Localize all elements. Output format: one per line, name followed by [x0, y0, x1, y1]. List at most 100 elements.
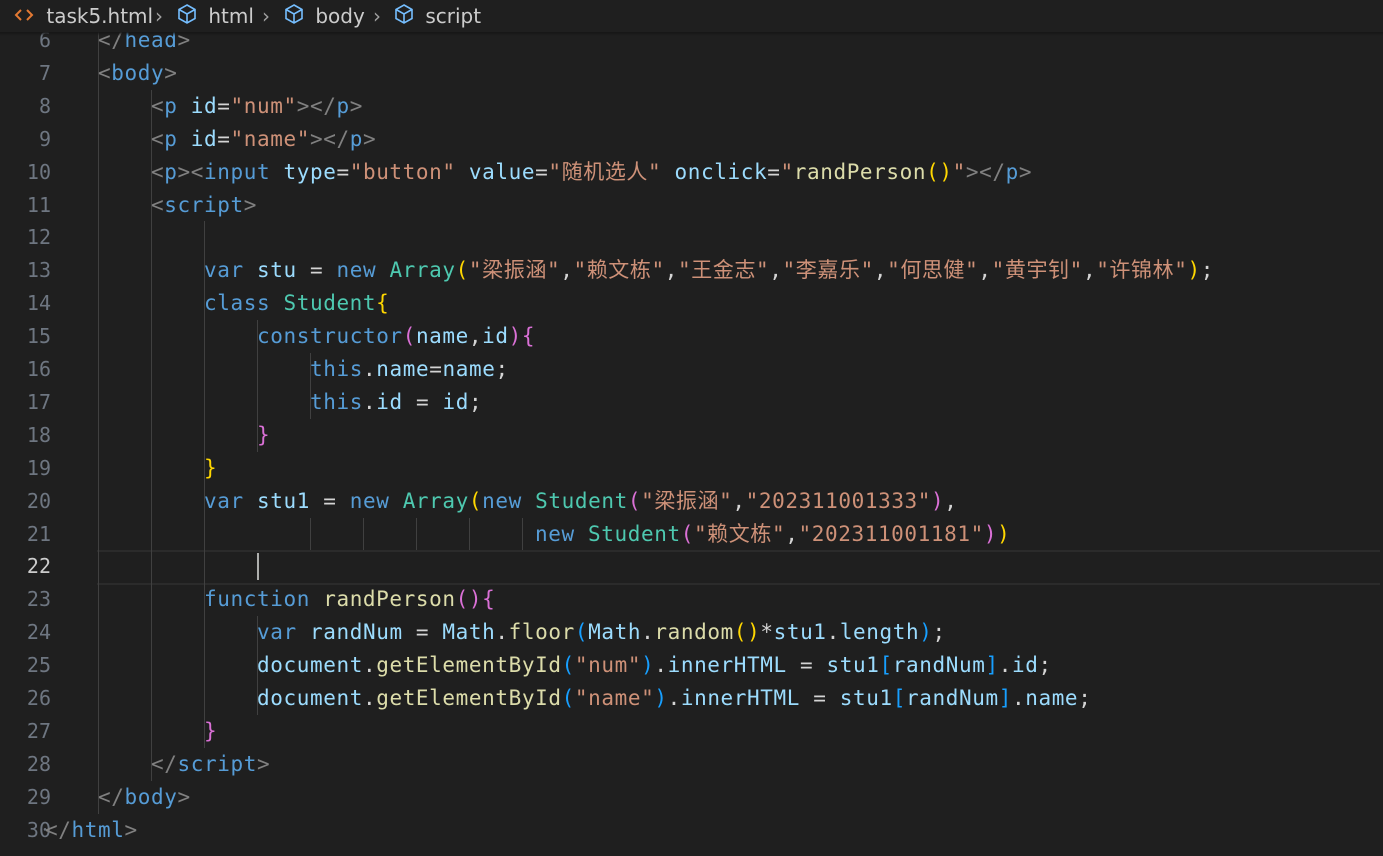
code-token: , [664, 258, 678, 282]
indent-guide [151, 452, 152, 485]
code-line[interactable]: 17 this.id = id; [0, 386, 1383, 419]
code-line[interactable]: 11 <script> [0, 189, 1383, 222]
breadcrumb-shadow [0, 32, 1383, 36]
code-token: () [926, 160, 953, 184]
code-token: Student [535, 489, 628, 513]
code-line[interactable]: 10 <p><input type="button" value="随机选人" o… [0, 156, 1383, 189]
code-token: "name" [574, 686, 655, 710]
element-icon [393, 3, 415, 32]
code-token: var [204, 258, 244, 282]
code-text: } [204, 715, 217, 748]
code-token: , [978, 258, 992, 282]
line-number: 21 [26, 522, 51, 546]
indent-guide [98, 189, 99, 222]
code-line[interactable]: 29 </body> [0, 781, 1383, 814]
code-token: = [429, 357, 443, 381]
code-token: ; [468, 390, 483, 414]
code-line[interactable]: 30 </html> [0, 814, 1383, 847]
code-token: < [151, 193, 165, 217]
code-line[interactable]: 14 class Student{ [0, 287, 1383, 320]
code-line[interactable]: 28 </script> [0, 748, 1383, 781]
breadcrumb-label: script [425, 4, 482, 28]
code-token: Math [588, 620, 642, 644]
code-line[interactable]: 13 var stu = new Array("梁振涵","赖文栋","王金志",… [0, 254, 1383, 287]
indent-guide [151, 682, 152, 715]
breadcrumb-label: body [315, 4, 365, 28]
element-icon [283, 3, 305, 32]
code-line[interactable]: 20 var stu1 = new Array(new Student("梁振涵"… [0, 485, 1383, 518]
code-editor[interactable]: 6 </head> 7 <body> 8 <p id="num"></p> 9 <p id="… [0, 0, 1383, 856]
code-line[interactable]: 22 [0, 550, 1383, 585]
code-token: ) [1187, 258, 1201, 282]
line-number: 12 [26, 225, 51, 249]
code-line[interactable]: 24 var randNum = Math.floor(Math.random()… [0, 616, 1383, 649]
code-line[interactable]: 23 function randPerson(){ [0, 583, 1383, 616]
code-text: class Student{ [204, 287, 389, 320]
breadcrumb-item-script[interactable]: script [393, 2, 481, 30]
code-token: ) [654, 686, 668, 710]
code-line[interactable]: 26 document.getElementById("name").innerH… [0, 682, 1383, 715]
indent-guide [522, 518, 523, 551]
indent-guide [151, 583, 152, 616]
code-area[interactable]: 6 </head> 7 <body> 8 <p id="num"></p> 9 <p id="… [0, 0, 1383, 856]
line-number: 20 [26, 489, 51, 513]
indent-guide [204, 518, 205, 551]
line-number: 27 [26, 719, 51, 743]
code-line[interactable]: 18} [0, 419, 1383, 452]
code-token: stu1 [256, 489, 310, 513]
breadcrumb-item-body[interactable]: body [283, 2, 365, 30]
line-number: 14 [26, 291, 51, 315]
indent-guide [257, 386, 258, 419]
code-token: [ [892, 686, 906, 710]
indent-guide [98, 518, 99, 551]
line-number: 22 [26, 554, 51, 578]
indent-guide [98, 287, 99, 320]
code-line[interactable]: 16 this.name=name; [0, 353, 1383, 386]
code-token: id [190, 127, 218, 151]
indent-guide [98, 254, 99, 287]
code-token: . [826, 620, 840, 644]
indent-guide [151, 649, 152, 682]
code-line[interactable]: 9 <p id="name"></p> [0, 123, 1383, 156]
indent-guide [204, 682, 205, 715]
code-token: > [177, 785, 191, 809]
indent-guide [151, 287, 152, 320]
code-token: script [164, 193, 244, 217]
code-token: "王金志" [678, 258, 770, 282]
code-line[interactable]: 19} [0, 452, 1383, 485]
code-line[interactable]: 12 [0, 221, 1383, 254]
code-line[interactable]: 15 constructor(name,id){ [0, 320, 1383, 353]
code-token: body [111, 61, 165, 85]
indent-guide [98, 485, 99, 518]
code-line[interactable]: 7 <body> [0, 57, 1383, 90]
indent-guide [151, 353, 152, 386]
code-line[interactable]: 21 new Student("赖文栋","202311001181")) [0, 518, 1383, 551]
indent-guide [151, 254, 152, 287]
code-token: "梁振涵" [468, 258, 561, 282]
code-token: length [839, 620, 920, 644]
code-token: randNum [892, 653, 986, 677]
breadcrumb-item-file[interactable]: task5.html [14, 2, 153, 30]
code-token: ( [402, 324, 416, 348]
code-text: <body> [98, 57, 177, 90]
code-token: > [243, 193, 257, 217]
indent-guide [98, 123, 99, 156]
code-text: </body> [98, 781, 191, 814]
indent-guide [98, 649, 99, 682]
code-line[interactable]: 25 document.getElementById("num").innerHT… [0, 649, 1383, 682]
code-line[interactable]: 27} [0, 715, 1383, 748]
breadcrumb-item-html[interactable]: html [176, 2, 254, 30]
code-token: name [415, 324, 469, 348]
code-token: < [151, 160, 165, 184]
code-token: ; [1038, 653, 1052, 677]
code-line[interactable]: 8 <p id="num"></p> [0, 90, 1383, 123]
code-text: function randPerson(){ [204, 583, 495, 616]
code-token: </ [151, 752, 178, 776]
code-token: = [786, 653, 827, 677]
line-number: 9 [38, 127, 51, 151]
